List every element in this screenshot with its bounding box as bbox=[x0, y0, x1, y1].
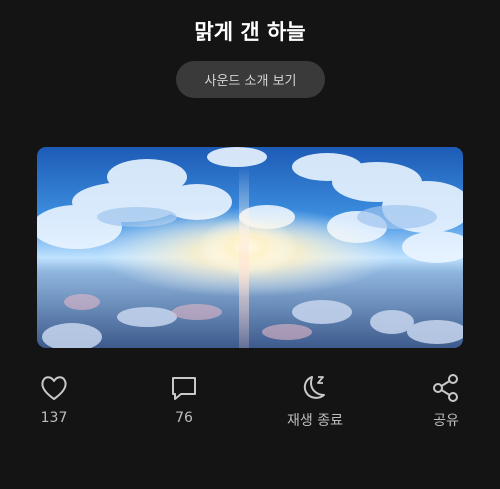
like-button[interactable]: 137 bbox=[14, 372, 94, 426]
comment-icon bbox=[172, 377, 196, 400]
page-title: 맑게 갠 하늘 bbox=[194, 20, 306, 44]
sound-intro-button[interactable]: 사운드 소개 보기 bbox=[176, 61, 325, 98]
sky-illustration bbox=[37, 147, 463, 348]
moon-zz-icon bbox=[303, 376, 325, 399]
cover-artwork bbox=[37, 147, 463, 348]
comment-button[interactable]: 76 bbox=[144, 372, 224, 426]
share-icon bbox=[433, 374, 458, 402]
heart-icon bbox=[41, 376, 67, 400]
action-bar: 137 76 재생 종료 공유 bbox=[0, 372, 500, 432]
sleep-timer-label: 재생 종료 bbox=[287, 413, 343, 429]
share-button[interactable]: 공유 bbox=[406, 372, 486, 430]
sleep-timer-button[interactable]: 재생 종료 bbox=[275, 372, 355, 430]
share-label: 공유 bbox=[433, 413, 459, 429]
comment-count: 76 bbox=[175, 410, 193, 426]
like-count: 137 bbox=[40, 410, 68, 426]
